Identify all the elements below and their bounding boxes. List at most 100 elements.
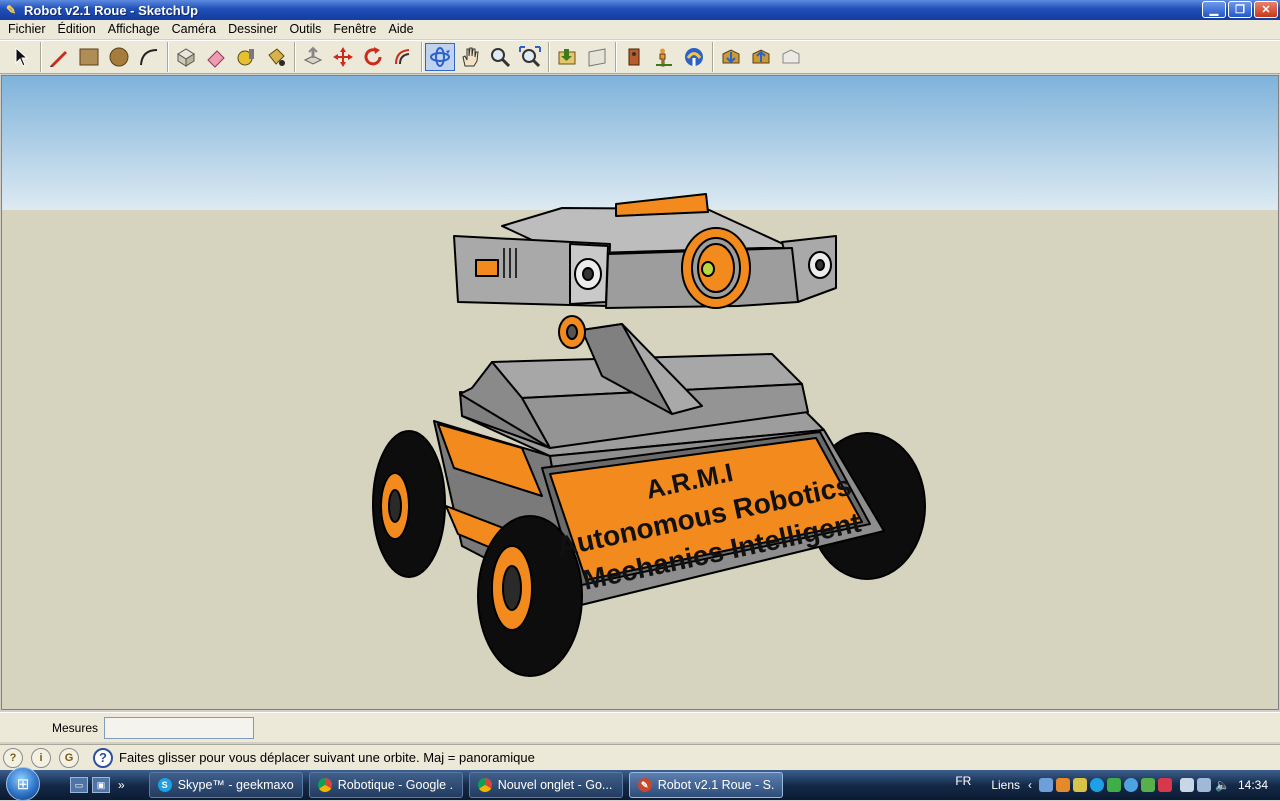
close-button[interactable]: ✕ — [1254, 1, 1278, 18]
previous-view-icon[interactable] — [552, 43, 582, 71]
share-component-icon[interactable] — [776, 43, 806, 71]
sketchup-app-icon: ✎ — [5, 3, 17, 17]
taskbar-item-sketchup[interactable]: ✎ Robot v2.1 Roue - S... — [628, 772, 783, 798]
taskbar-item-label: Robotique - Google ... — [337, 778, 454, 792]
main-toolbar — [0, 40, 1280, 74]
menu-outils[interactable]: Outils — [283, 20, 327, 39]
push-pull-icon[interactable] — [298, 43, 328, 71]
toolbar-group-draw — [40, 42, 167, 72]
robot-model-scene: A.R.M.I Autonomous Robotics Mechanics In… — [2, 76, 1278, 709]
google-signin-icon[interactable]: G — [59, 747, 79, 768]
windows-taskbar: ⊞ ▭ ▣ » S Skype™ - geekmaxou Robotique -… — [0, 767, 1280, 801]
switch-windows-icon[interactable]: ▣ — [92, 777, 110, 793]
toolbar-group-camera — [421, 42, 548, 72]
eraser-icon[interactable] — [201, 43, 231, 71]
arc-icon[interactable] — [134, 43, 164, 71]
taskbar-item-label: Skype™ - geekmaxou — [177, 778, 294, 792]
language-indicator[interactable]: FR — [955, 774, 971, 788]
pan-icon[interactable] — [455, 43, 485, 71]
menu-camera[interactable]: Caméra — [166, 20, 222, 39]
status-bar: ? i G ? Faites glisser pour vous déplace… — [0, 744, 1280, 770]
quick-launch: ▭ ▣ » — [70, 777, 125, 793]
toolbar-group-select — [4, 42, 40, 72]
tray-green-icon[interactable] — [1107, 778, 1122, 792]
pencil-line-icon[interactable] — [44, 43, 74, 71]
model-viewport[interactable]: A.R.M.I Autonomous Robotics Mechanics In… — [1, 75, 1279, 710]
menu-bar: Fichier Édition Affichage Caméra Dessine… — [0, 20, 1280, 39]
toolbar-group-views — [548, 42, 615, 72]
status-text: Faites glisser pour vous déplacer suivan… — [119, 750, 535, 765]
maximize-button[interactable]: ❐ — [1228, 1, 1252, 18]
menu-dessiner[interactable]: Dessiner — [222, 20, 283, 39]
circle-icon[interactable] — [104, 43, 134, 71]
tray-globe-icon[interactable] — [1124, 778, 1139, 792]
links-toolbar[interactable]: Liens — [991, 778, 1020, 792]
volume-icon[interactable]: 🔈 — [1215, 778, 1230, 792]
taskbar-item-chrome-new-tab[interactable]: Nouvel onglet - Go... — [468, 772, 623, 798]
menu-affichage[interactable]: Affichage — [102, 20, 166, 39]
skype-icon: S — [157, 778, 172, 792]
window-controls: ▁ ❐ ✕ — [1202, 1, 1278, 18]
measurements-input[interactable] — [104, 716, 255, 739]
taskbar-item-chrome-robotique[interactable]: Robotique - Google ... — [308, 772, 463, 798]
toolbar-group-edit — [167, 42, 294, 72]
show-desktop-icon[interactable]: ▭ — [70, 777, 88, 793]
toolbar-group-warehouse — [712, 42, 809, 72]
menu-fichier[interactable]: Fichier — [2, 20, 52, 39]
taskbar-item-label: Robot v2.1 Roue - S... — [657, 778, 774, 792]
geolocation-icon[interactable]: ? — [3, 747, 23, 768]
windows-logo-icon: ⊞ — [6, 767, 40, 801]
tray-network-icon[interactable] — [1039, 778, 1054, 792]
start-button[interactable]: ⊞ — [0, 767, 46, 801]
tray-update-icon[interactable] — [1141, 778, 1156, 792]
tray-orange-icon[interactable] — [1056, 778, 1071, 792]
rectangle-icon[interactable] — [74, 43, 104, 71]
tray-expand-icon[interactable]: ‹ — [1028, 778, 1032, 792]
toolbar-group-walk — [615, 42, 712, 72]
look-around-icon[interactable] — [679, 43, 709, 71]
minimize-button[interactable]: ▁ — [1202, 1, 1226, 18]
tray-device-icon[interactable] — [1180, 778, 1195, 792]
rotate-icon[interactable] — [358, 43, 388, 71]
tray-skype-icon[interactable] — [1090, 778, 1105, 792]
window-title: Robot v2.1 Roue - SketchUp — [24, 2, 199, 18]
sketchup-icon: ✎ — [637, 778, 652, 792]
eye-lens — [701, 261, 715, 277]
clock[interactable]: 14:34 — [1238, 778, 1268, 792]
chrome-icon — [317, 778, 332, 792]
position-camera-icon[interactable] — [619, 43, 649, 71]
menu-aide[interactable]: Aide — [383, 20, 420, 39]
move-icon[interactable] — [328, 43, 358, 71]
zoom-icon[interactable] — [485, 43, 515, 71]
measurements-bar: Mesures — [0, 712, 1280, 742]
make-component-icon[interactable] — [171, 43, 201, 71]
head-vent — [475, 259, 499, 277]
walk-icon[interactable] — [649, 43, 679, 71]
system-tray: FR Liens ‹ 🔈 14:34 — [955, 770, 1280, 800]
share-model-icon[interactable] — [746, 43, 776, 71]
wheel-back-left — [372, 430, 446, 578]
chrome-icon — [477, 778, 492, 792]
sky-background — [2, 76, 1278, 210]
taskbar-item-label: Nouvel onglet - Go... — [497, 778, 613, 792]
measurements-label: Mesures — [52, 720, 99, 735]
next-view-icon[interactable] — [582, 43, 612, 71]
quick-launch-more-icon[interactable]: » — [118, 778, 125, 792]
select-tool-icon[interactable] — [7, 43, 37, 71]
tray-monitor-icon[interactable] — [1197, 778, 1212, 792]
menu-edition[interactable]: Édition — [52, 20, 102, 39]
get-models-icon[interactable] — [716, 43, 746, 71]
zoom-extents-icon[interactable] — [515, 43, 545, 71]
tray-red-icon[interactable] — [1158, 778, 1173, 792]
paint-bucket-icon[interactable] — [261, 43, 291, 71]
toolbar-group-modify — [294, 42, 421, 72]
tray-shield-icon[interactable] — [1073, 778, 1088, 792]
title-bar: ✎ Robot v2.1 Roue - SketchUp ▁ ❐ ✕ — [0, 0, 1280, 20]
taskbar-item-skype[interactable]: S Skype™ - geekmaxou — [148, 772, 303, 798]
credits-icon[interactable]: i — [31, 747, 51, 768]
menu-fenetre[interactable]: Fenêtre — [327, 20, 382, 39]
help-icon[interactable]: ? — [93, 747, 113, 768]
orbit-icon[interactable] — [425, 43, 455, 71]
tape-measure-icon[interactable] — [231, 43, 261, 71]
offset-icon[interactable] — [388, 43, 418, 71]
